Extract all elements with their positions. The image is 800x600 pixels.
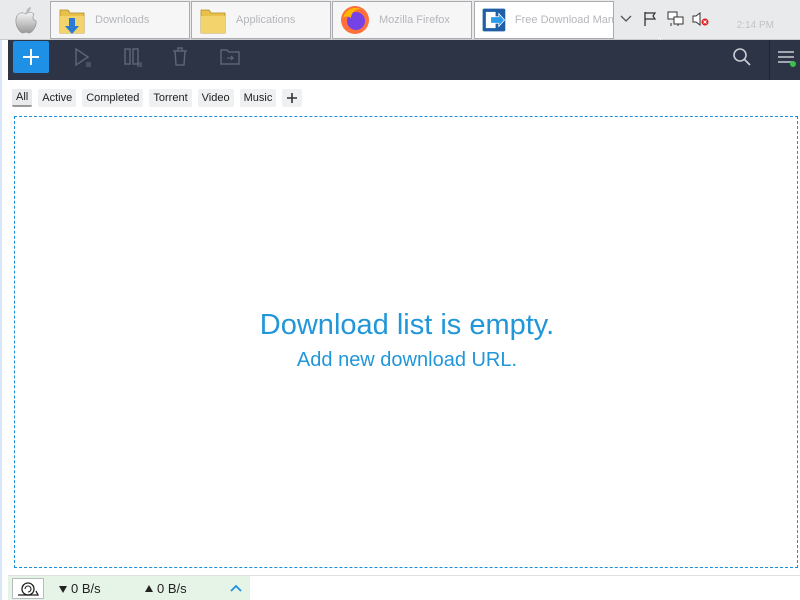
trash-icon xyxy=(173,47,187,66)
folder-icon xyxy=(200,9,226,34)
chevron-down-icon xyxy=(620,15,632,22)
taskbar-item-firefox[interactable]: Mozilla Firefox xyxy=(332,1,472,39)
network-icon xyxy=(667,11,684,26)
download-speed: 0 B/s xyxy=(58,581,101,596)
upload-speed: 0 B/s xyxy=(144,581,187,596)
pause-button[interactable] xyxy=(118,44,146,70)
taskbar-item-label: Free Download Manager xyxy=(514,14,613,26)
upload-speed-value: 0 B/s xyxy=(157,581,187,596)
taskbar-item-label: Applications xyxy=(236,14,296,26)
taskbar-item-downloads[interactable]: Downloads xyxy=(50,1,190,39)
search-button[interactable] xyxy=(728,44,756,70)
taskbar: Downloads Applications Mozilla Firefox F… xyxy=(0,0,800,57)
flag-icon xyxy=(644,12,657,26)
apple-menu-button[interactable] xyxy=(6,4,46,36)
resume-button[interactable] xyxy=(68,44,96,70)
add-download-button[interactable] xyxy=(13,41,49,73)
expand-panel-button[interactable] xyxy=(228,580,244,596)
folder-move-icon xyxy=(220,49,240,65)
apple-logo-icon xyxy=(15,7,37,34)
plus-icon xyxy=(23,49,39,65)
downloads-folder-icon xyxy=(59,9,85,34)
tab-all[interactable]: All xyxy=(12,89,33,107)
menu-icon xyxy=(778,51,796,67)
speed-mode-button[interactable] xyxy=(12,578,44,599)
status-bar: 0 B/s 0 B/s xyxy=(8,575,800,600)
taskbar-item-label: Mozilla Firefox xyxy=(379,14,450,26)
tab-music[interactable]: Music xyxy=(239,89,277,107)
chevron-up-icon xyxy=(230,584,242,592)
taskbar-item-fdm[interactable]: Free Download Manager xyxy=(474,1,614,39)
fdm-app-icon xyxy=(482,8,506,32)
tab-video[interactable]: Video xyxy=(197,89,234,107)
delete-button[interactable] xyxy=(166,44,194,70)
resume-icon xyxy=(75,47,91,67)
tab-active[interactable]: Active xyxy=(38,89,77,107)
tab-torrent[interactable]: Torrent xyxy=(149,89,192,107)
filter-tabs: All Active Completed Torrent Video Music xyxy=(12,88,303,108)
plus-icon xyxy=(287,93,298,103)
clock[interactable]: 2:14 PM xyxy=(737,20,774,31)
volume-muted-icon xyxy=(692,12,709,26)
window-left-edge xyxy=(0,40,8,600)
arrow-up-icon xyxy=(145,584,153,592)
arrow-down-icon xyxy=(59,585,67,593)
snail-icon xyxy=(18,581,40,596)
tray-action-center[interactable] xyxy=(640,8,660,30)
add-download-url-link[interactable]: Add new download URL. xyxy=(15,349,799,372)
tray-overflow-button[interactable] xyxy=(618,8,634,30)
download-speed-value: 0 B/s xyxy=(71,581,101,596)
firefox-icon xyxy=(341,6,369,34)
add-tab-button[interactable] xyxy=(282,89,303,107)
speed-panel: 0 B/s 0 B/s xyxy=(8,576,250,600)
pause-icon xyxy=(124,48,142,67)
taskbar-item-label: Downloads xyxy=(95,14,150,26)
taskbar-item-applications[interactable]: Applications xyxy=(191,1,331,39)
app-toolbar xyxy=(8,40,800,80)
search-icon xyxy=(733,48,751,66)
tray-volume[interactable] xyxy=(690,8,710,30)
empty-list-title: Download list is empty. xyxy=(259,309,555,341)
toolbar-separator xyxy=(769,40,770,80)
tray-network[interactable] xyxy=(666,8,686,30)
move-to-folder-button[interactable] xyxy=(216,44,244,70)
tab-completed[interactable]: Completed xyxy=(82,89,144,107)
main-menu-button[interactable] xyxy=(772,44,800,70)
download-list-dropzone[interactable]: Download list is empty. Add new download… xyxy=(14,116,798,568)
